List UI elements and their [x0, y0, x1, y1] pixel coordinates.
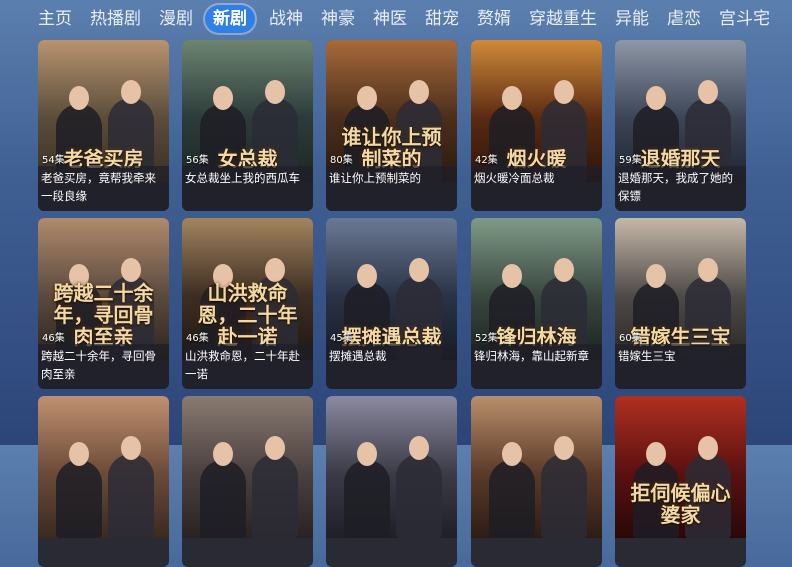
drama-card[interactable]: 烟火暖 42集 烟火暖冷面总裁	[471, 40, 602, 211]
poster-face	[121, 258, 141, 282]
poster-figure	[396, 454, 442, 538]
drama-title: 锋归林海，靠山起新章	[471, 344, 602, 389]
category-nav: 主页 热播剧 漫剧 新剧 战神 神豪 神医 甜宠 赘婿 穿越重生 异能 虐恋 宫斗宅	[0, 0, 792, 38]
nav-tab-8[interactable]: 赘婿	[477, 6, 511, 32]
nav-tab-0[interactable]: 主页	[38, 6, 72, 32]
drama-card[interactable]: 锋归林海 52集 锋归林海，靠山起新章	[471, 218, 602, 389]
episode-count: 42集	[475, 155, 498, 166]
poster-figure	[489, 460, 535, 538]
nav-tab-5[interactable]: 神豪	[321, 6, 355, 32]
poster-face	[554, 258, 574, 282]
poster-face	[698, 436, 718, 460]
poster-figure	[252, 454, 298, 538]
poster-face	[554, 80, 574, 104]
poster-face	[502, 442, 522, 466]
drama-title: 烟火暖冷面总裁	[471, 166, 602, 211]
nav-tab-7[interactable]: 甜宠	[425, 6, 459, 32]
poster-figure	[56, 460, 102, 538]
episode-count: 46集	[186, 333, 209, 344]
drama-title: 跨越二十余年，寻回骨肉至亲	[38, 344, 169, 389]
poster-face	[357, 442, 377, 466]
poster-face	[409, 258, 429, 282]
drama-card[interactable]: 谁让你上预制菜的 80集 谁让你上预制菜的	[326, 40, 457, 211]
poster-face	[698, 258, 718, 282]
episode-count: 60集	[619, 333, 642, 344]
poster-face	[265, 80, 285, 104]
drama-card[interactable]: 跨越二十余年，寻回骨肉至亲 46集 跨越二十余年，寻回骨肉至亲	[38, 218, 169, 389]
poster-face	[69, 86, 89, 110]
drama-title: 摆摊遇总裁	[326, 344, 457, 389]
drama-card[interactable]: 摆摊遇总裁 45集 摆摊遇总裁	[326, 218, 457, 389]
drama-card[interactable]	[38, 396, 169, 567]
drama-card[interactable]: 错嫁生三宝 60集 错嫁生三宝	[615, 218, 746, 389]
poster-figure	[108, 454, 154, 538]
poster-face	[69, 442, 89, 466]
episode-count: 52集	[475, 333, 498, 344]
poster-figure	[200, 460, 246, 538]
poster-figure	[344, 460, 390, 538]
drama-card[interactable]	[182, 396, 313, 567]
drama-title: 谁让你上预制菜的	[326, 166, 457, 211]
nav-tab-6[interactable]: 神医	[373, 6, 407, 32]
episode-count: 59集	[619, 155, 642, 166]
drama-card[interactable]: 女总裁 56集 女总裁坐上我的西瓜车	[182, 40, 313, 211]
poster-face	[502, 86, 522, 110]
nav-tab-3[interactable]: 新剧	[205, 5, 255, 33]
nav-tab-11[interactable]: 虐恋	[667, 6, 701, 32]
drama-title: 错嫁生三宝	[615, 344, 746, 389]
nav-tab-1[interactable]: 热播剧	[90, 6, 141, 32]
nav-tab-10[interactable]: 异能	[615, 6, 649, 32]
drama-poster	[38, 396, 169, 538]
drama-title: 退婚那天，我成了她的保镖	[615, 166, 746, 211]
nav-tab-4[interactable]: 战神	[269, 6, 303, 32]
poster-face	[646, 264, 666, 288]
episode-count: 80集	[330, 155, 353, 166]
episode-count: 46集	[42, 333, 65, 344]
drama-poster	[326, 396, 457, 538]
poster-face	[213, 442, 233, 466]
poster-face	[409, 80, 429, 104]
poster-face	[646, 86, 666, 110]
drama-title: 老爸买房，竟帮我牵来一段良缘	[38, 166, 169, 211]
poster-figure	[541, 454, 587, 538]
drama-title: 山洪救命恩，二十年赴一诺	[182, 344, 313, 389]
nav-tab-12[interactable]: 宫斗宅	[719, 6, 770, 32]
poster-face	[357, 264, 377, 288]
drama-card[interactable]	[471, 396, 602, 567]
drama-card[interactable]: 退婚那天 59集 退婚那天，我成了她的保镖	[615, 40, 746, 211]
drama-card[interactable]: 老爸买房 54集 老爸买房，竟帮我牵来一段良缘	[38, 40, 169, 211]
poster-face	[502, 264, 522, 288]
drama-card[interactable]	[326, 396, 457, 567]
drama-title: 女总裁坐上我的西瓜车	[182, 166, 313, 211]
poster-face	[409, 436, 429, 460]
poster-title-art: 拒伺候偏心婆家	[630, 481, 731, 527]
poster-face	[265, 258, 285, 282]
drama-poster	[182, 396, 313, 538]
drama-card[interactable]: 拒伺候偏心婆家	[615, 396, 746, 567]
drama-poster: 拒伺候偏心婆家	[615, 396, 746, 538]
episode-count: 56集	[186, 155, 209, 166]
drama-card[interactable]: 山洪救命恩，二十年赴一诺 46集 山洪救命恩，二十年赴一诺	[182, 218, 313, 389]
episode-count: 45集	[330, 333, 353, 344]
poster-face	[121, 80, 141, 104]
poster-face	[646, 442, 666, 466]
nav-tab-2[interactable]: 漫剧	[159, 6, 193, 32]
poster-face	[357, 86, 377, 110]
poster-face	[554, 436, 574, 460]
poster-face	[213, 86, 233, 110]
poster-face	[121, 436, 141, 460]
nav-tab-9[interactable]: 穿越重生	[529, 6, 597, 32]
episode-count: 54集	[42, 155, 65, 166]
drama-poster	[471, 396, 602, 538]
poster-face	[698, 80, 718, 104]
poster-face	[265, 436, 285, 460]
